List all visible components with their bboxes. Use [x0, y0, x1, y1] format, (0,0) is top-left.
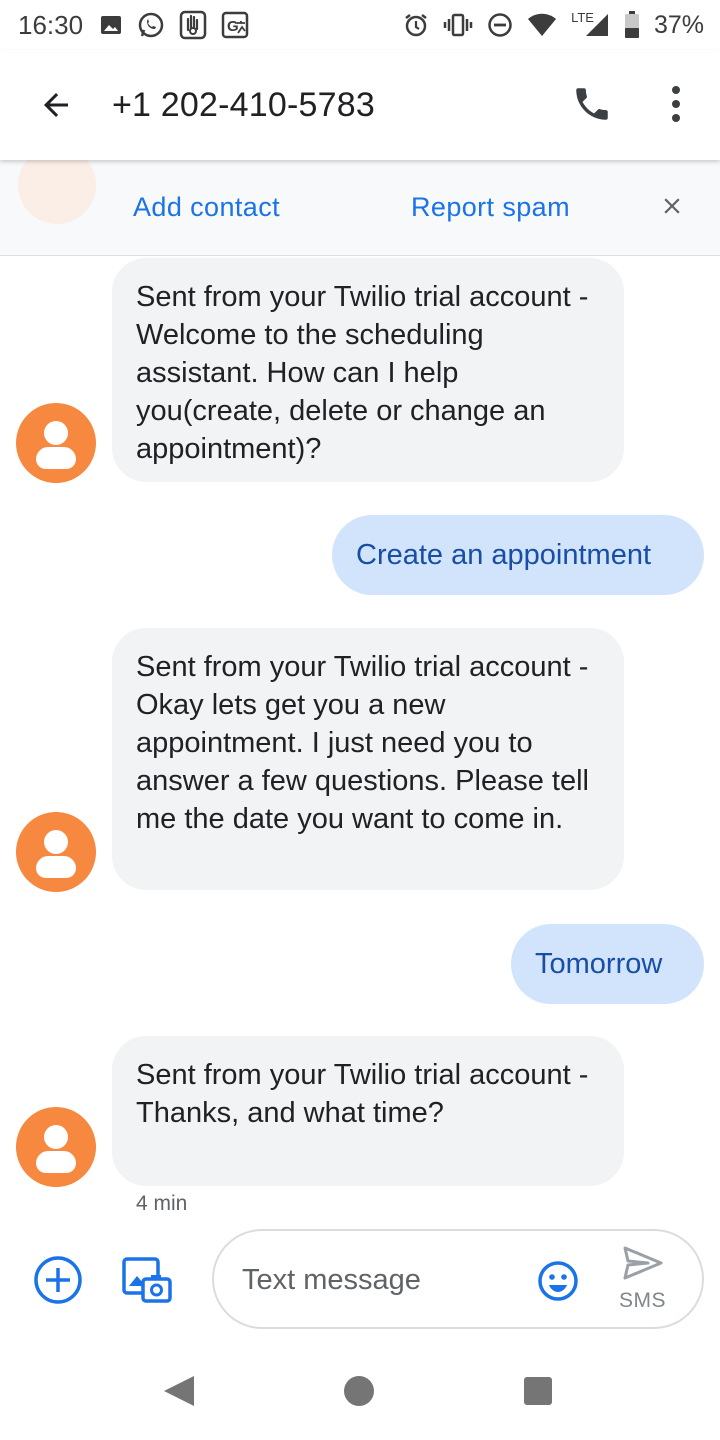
add-circle-icon	[34, 1256, 82, 1304]
person-icon	[44, 1125, 68, 1149]
message-thread[interactable]: Sent from your Twilio trial account - We…	[0, 256, 720, 1216]
gallery-button[interactable]	[120, 1252, 174, 1306]
alarm-icon	[403, 12, 429, 38]
status-time: 16:30	[18, 9, 84, 40]
person-icon	[44, 830, 68, 854]
signal-icon: LTE	[571, 9, 610, 38]
close-icon	[664, 198, 680, 214]
image-icon	[99, 13, 123, 37]
svg-text:G: G	[227, 18, 239, 35]
contact-avatar[interactable]	[16, 1107, 96, 1187]
vibrate-icon	[443, 13, 473, 37]
wifi-icon	[527, 13, 557, 37]
contact-avatar[interactable]	[16, 403, 96, 483]
network-label: LTE	[571, 9, 594, 25]
send-sms-button[interactable]: SMS	[608, 1241, 682, 1321]
more-options-button[interactable]	[652, 78, 700, 130]
dnd-icon	[487, 12, 513, 38]
compose-bar: SMS	[0, 1222, 720, 1332]
dismiss-button[interactable]	[650, 184, 694, 228]
conversation-title: +1 202-410-5783	[112, 85, 375, 124]
gallery-camera-icon	[122, 1257, 172, 1303]
emoji-button[interactable]	[536, 1259, 580, 1303]
nav-home-icon[interactable]	[344, 1376, 374, 1406]
incoming-message[interactable]: Sent from your Twilio trial account - Th…	[112, 1036, 624, 1186]
whatsapp-icon	[137, 11, 165, 39]
text-message-input[interactable]	[242, 1257, 522, 1303]
incoming-message[interactable]: Sent from your Twilio trial account - We…	[112, 258, 624, 482]
hand-icon	[179, 10, 207, 40]
nav-back-icon[interactable]	[160, 1374, 196, 1408]
add-attachment-button[interactable]	[33, 1255, 83, 1305]
outgoing-message[interactable]: Tomorrow	[511, 924, 704, 1004]
contact-avatar[interactable]	[16, 812, 96, 892]
emoji-icon	[538, 1261, 578, 1301]
add-contact-button[interactable]: Add contact	[133, 192, 280, 223]
phone-icon	[576, 88, 608, 120]
back-button[interactable]	[26, 75, 86, 135]
nav-recents-icon[interactable]	[524, 1377, 552, 1405]
more-vert-icon	[672, 86, 680, 122]
battery-percent: 37%	[653, 10, 704, 39]
send-icon	[623, 1246, 663, 1280]
message-timestamp: 4 min	[136, 1192, 188, 1215]
person-icon	[44, 421, 68, 445]
report-spam-button[interactable]: Report spam	[411, 192, 570, 223]
battery-icon	[624, 11, 640, 39]
system-nav-bar	[0, 1340, 720, 1440]
contact-action-bar: Add contact Report spam	[0, 146, 720, 256]
message-field: SMS	[212, 1229, 704, 1329]
call-button[interactable]	[566, 78, 618, 130]
arrow-back-icon	[44, 93, 68, 117]
translate-icon: G	[221, 11, 249, 39]
incoming-message[interactable]: Sent from your Twilio trial account - Ok…	[112, 628, 624, 890]
status-bar: 16:30 G LTE 37%	[0, 0, 720, 50]
outgoing-message[interactable]: Create an appointment	[332, 515, 704, 595]
send-label: SMS	[619, 1289, 667, 1312]
app-bar: +1 202-410-5783	[0, 50, 720, 160]
